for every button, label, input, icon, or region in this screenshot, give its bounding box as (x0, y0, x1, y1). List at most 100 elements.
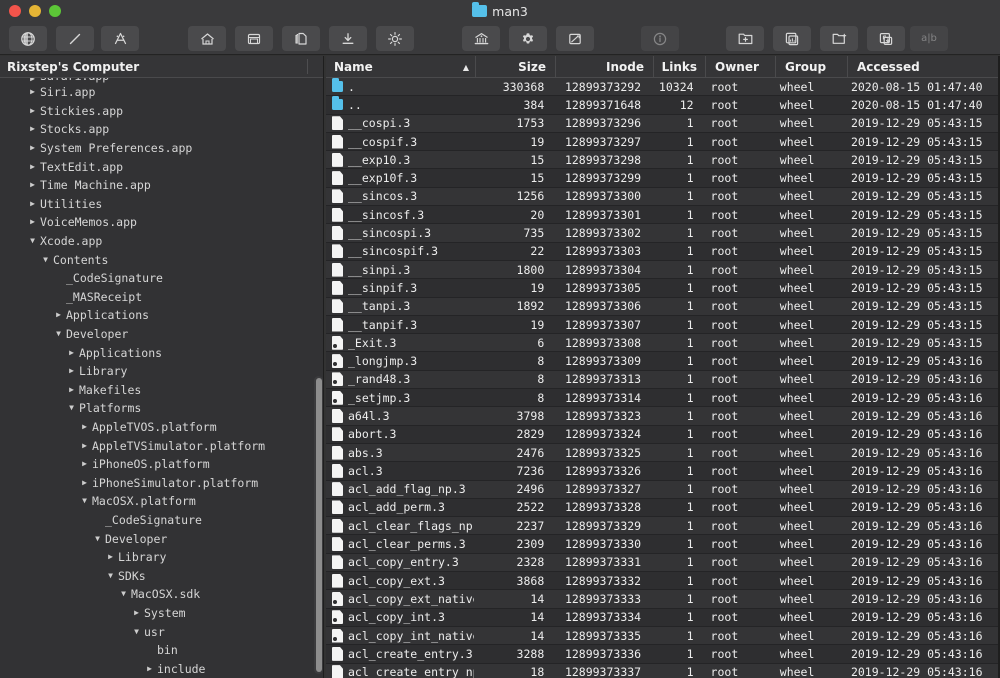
brightness-icon-button[interactable] (376, 26, 414, 51)
sidebar-item-system[interactable]: ▶ System (0, 604, 324, 623)
globe-icon-button[interactable] (9, 26, 47, 51)
disclosure-triangle-right-icon[interactable]: ▶ (27, 78, 38, 83)
table-row[interactable]: a64l.3 3798 12899373323 1 root wheel 2019-12-2… (326, 407, 1000, 426)
ab-compare-icon-button[interactable]: a|b (910, 26, 948, 51)
table-row[interactable]: acl_create_entry_np.3 18 12899373337 1 root w… (326, 663, 1000, 678)
table-row[interactable]: _longjmp.3 8 12899373309 1 root wheel 2019-12-… (326, 352, 1000, 371)
disclosure-triangle-right-icon[interactable]: ▶ (66, 367, 77, 375)
disclosure-triangle-down-icon[interactable]: ▼ (92, 534, 103, 543)
sidebar-item-masreceipt[interactable]: _MASReceipt (0, 288, 324, 307)
gear-icon-button[interactable] (509, 26, 547, 51)
download-icon-button[interactable] (329, 26, 367, 51)
disclosure-triangle-right-icon[interactable]: ▶ (27, 125, 38, 133)
table-row[interactable]: acl_copy_entry.3 2328 12899373331 1 root whee… (326, 553, 1000, 573)
import-icon-button[interactable] (867, 26, 905, 51)
sidebar-item-codesignature[interactable]: _CodeSignature (0, 269, 324, 288)
sidebar-item-textedit-app[interactable]: ▶ TextEdit.app (0, 157, 324, 176)
sidebar-item-usr[interactable]: ▼ usr (0, 622, 324, 641)
sidebar-item-utilities[interactable]: ▶ Utilities (0, 195, 324, 214)
table-row[interactable]: acl_copy_int_native.3 14 12899373335 1 root w… (326, 626, 1000, 646)
column-header-size[interactable]: Size (476, 56, 556, 78)
sidebar-item-time-machine-app[interactable]: ▶ Time Machine.app (0, 176, 324, 195)
sidebar-scrollbar[interactable] (314, 376, 323, 674)
file-list-body[interactable]: . 330368 12899373292 10324 root wheel 2020-08-… (326, 78, 1000, 678)
disclosure-triangle-right-icon[interactable]: ▶ (79, 441, 90, 450)
disclosure-triangle-down-icon[interactable]: ▼ (79, 497, 90, 505)
table-row[interactable]: __sincos.3 1256 12899373300 1 root wheel 2019-… (326, 187, 1000, 207)
table-row[interactable]: __cospi.3 1753 12899373296 1 root wheel 2019-1… (326, 114, 1000, 133)
table-row[interactable]: acl_clear_perms.3 2309 12899373330 1 root whe… (326, 535, 1000, 554)
table-row[interactable]: .. 384 12899371648 12 root wheel 2020-08-15 01… (326, 96, 1000, 115)
disclosure-triangle-right-icon[interactable]: ▶ (66, 385, 77, 394)
disclosure-triangle-right-icon[interactable]: ▶ (27, 144, 38, 152)
sidebar-item-applications[interactable]: ▶ Applications (0, 306, 324, 325)
zoom-button[interactable] (49, 5, 61, 17)
column-header-group[interactable]: Group (776, 56, 848, 78)
table-row[interactable]: __sinpi.3 1800 12899373304 1 root wheel 2019-1… (326, 260, 1000, 280)
disclosure-triangle-right-icon[interactable]: ▶ (27, 162, 38, 171)
sidebar-item-applications[interactable]: ▶ Applications (0, 343, 324, 362)
sidebar-item-iphonesimulator-platform[interactable]: ▶ iPhoneSimulator.platform (0, 473, 324, 492)
table-row[interactable]: . 330368 12899373292 10324 root wheel 2020-08-… (326, 78, 1000, 97)
sidebar-item-developer[interactable]: ▼ Developer (0, 529, 324, 548)
disclosure-triangle-right-icon[interactable]: ▶ (79, 478, 90, 487)
table-row[interactable]: __tanpif.3 19 12899373307 1 root wheel 2019-12… (326, 315, 1000, 335)
sidebar-item-voicememos-app[interactable]: ▶ VoiceMemos.app (0, 213, 324, 232)
new-folder-icon-button[interactable] (726, 26, 764, 51)
table-row[interactable]: __sinpif.3 19 12899373305 1 root wheel 2019-12… (326, 279, 1000, 298)
sidebar-item-codesignature[interactable]: _CodeSignature (0, 511, 324, 530)
bank-icon-button[interactable] (462, 26, 500, 51)
disclosure-triangle-down-icon[interactable]: ▼ (53, 330, 64, 338)
disclosure-triangle-down-icon[interactable]: ▼ (105, 571, 116, 580)
sidebar-item-macosx-platform[interactable]: ▼ MacOSX.platform (0, 492, 324, 511)
table-row[interactable]: acl_add_perm.3 2522 12899373328 1 root wheel 2… (326, 498, 1000, 518)
sidebar-item-include[interactable]: ▶ include (0, 659, 324, 678)
table-row[interactable]: acl_clear_flags_np.3 2237 12899373329 1 root… (326, 517, 1000, 536)
info-icon-button[interactable] (641, 26, 679, 51)
sidebar-item-stickies-app[interactable]: ▶ Stickies.app (0, 102, 324, 121)
disclosure-triangle-right-icon[interactable]: ▶ (27, 106, 38, 115)
disclosure-triangle-right-icon[interactable]: ▶ (27, 88, 38, 96)
disclosure-triangle-right-icon[interactable]: ▶ (27, 218, 38, 226)
sidebar-item-makefiles[interactable]: ▶ Makefiles (0, 381, 324, 400)
table-row[interactable]: acl_create_entry.3 3288 12899373336 1 root wh… (326, 645, 1000, 664)
sidebar-item-platforms[interactable]: ▼ Platforms (0, 399, 324, 418)
table-row[interactable]: __sincosf.3 20 12899373301 1 root wheel 2019-1… (326, 206, 1000, 225)
disclosure-triangle-right-icon[interactable]: ▶ (79, 460, 90, 468)
table-row[interactable]: __cospif.3 19 12899373297 1 root wheel 2019-12… (326, 132, 1000, 152)
window-icon-button[interactable] (556, 26, 594, 51)
minimize-button[interactable] (29, 5, 41, 17)
disclosure-triangle-right-icon[interactable]: ▶ (79, 422, 90, 431)
sidebar-item-iphoneos-platform[interactable]: ▶ iPhoneOS.platform (0, 455, 324, 474)
sidebar-item-contents[interactable]: ▼ Contents (0, 250, 324, 269)
sidebar-item-siri-app[interactable]: ▶ Siri.app (0, 83, 324, 102)
column-header-name[interactable]: Name ▲ (326, 56, 476, 78)
sidebar-item-library[interactable]: ▶ Library (0, 362, 324, 381)
table-row[interactable]: abort.3 2829 12899373324 1 root wheel 2019-12-… (326, 425, 1000, 444)
disclosure-triangle-down-icon[interactable]: ▼ (66, 404, 77, 412)
sidebar-item-developer[interactable]: ▼ Developer (0, 325, 324, 344)
sidebar-item-system-preferences-app[interactable]: ▶ System Preferences.app (0, 139, 324, 158)
disclosure-triangle-down-icon[interactable]: ▼ (118, 590, 129, 598)
table-row[interactable]: acl.3 7236 12899373326 1 root wheel 2019-12-29… (326, 462, 1000, 481)
table-row[interactable]: abs.3 2476 12899373325 1 root wheel 2019-12-29… (326, 443, 1000, 463)
sidebar-item-xcode-app[interactable]: ▼ Xcode.app (0, 232, 324, 251)
table-row[interactable]: __sincospi.3 735 12899373302 1 root wheel 2019… (326, 224, 1000, 243)
sidebar-item-sdks[interactable]: ▼ SDKs (0, 566, 324, 585)
sidebar-item-bin[interactable]: bin (0, 641, 324, 660)
table-row[interactable]: acl_copy_int.3 14 12899373334 1 root wheel 201… (326, 608, 1000, 627)
table-row[interactable]: _Exit.3 6 12899373308 1 root wheel 2019-12-29 … (326, 334, 1000, 353)
table-row[interactable]: acl_copy_ext.3 3868 12899373332 1 root wheel 2… (326, 572, 1000, 591)
disclosure-triangle-right-icon[interactable]: ▶ (131, 608, 142, 617)
home-icon-button[interactable] (188, 26, 226, 51)
open-folder-icon-button[interactable] (820, 26, 858, 51)
disclosure-triangle-down-icon[interactable]: ▼ (40, 255, 51, 264)
sidebar-scrollbar-thumb[interactable] (315, 378, 322, 672)
disclosure-triangle-right-icon[interactable]: ▶ (66, 348, 77, 357)
sidebar-item-macosx-sdk[interactable]: ▼ MacOSX.sdk (0, 585, 324, 604)
slash-icon-button[interactable] (56, 26, 94, 51)
sidebar-item-stocks-app[interactable]: ▶ Stocks.app (0, 120, 324, 139)
duplicate-icon-button[interactable] (773, 26, 811, 51)
column-header-links[interactable]: Links (654, 56, 706, 78)
sidebar-item-appletvsimulator-platform[interactable]: ▶ AppleTVSimulator.platform (0, 436, 324, 455)
